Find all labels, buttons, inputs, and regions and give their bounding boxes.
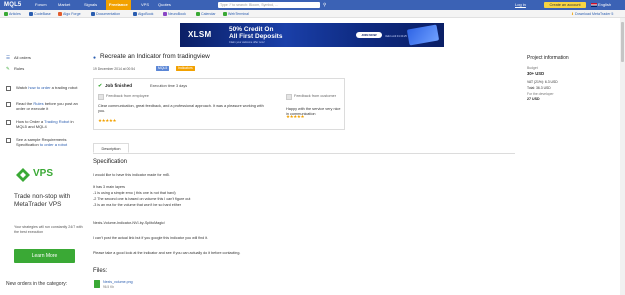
webterminal-icon (223, 11, 227, 16)
nav-market[interactable]: Market (58, 0, 70, 10)
banner-tagline: Claim your welcome offer now! (229, 41, 265, 44)
sidebar-rules[interactable]: Rules (14, 66, 24, 71)
spec-line: -2 The second one is based on volume thi… (93, 197, 191, 201)
execution-time: Execution time 3 days (150, 83, 188, 88)
order-title: Recreate an Indicator from tradingview (100, 53, 210, 60)
download-metatrader-link[interactable]: ⬇ Download MetaTrader 5 (571, 10, 613, 18)
algo-forge-icon (58, 11, 62, 16)
doc-icon (6, 138, 11, 143)
sidebar-help-rules[interactable]: Read the Rules before you post an order … (16, 101, 84, 111)
neurobook-icon (163, 11, 167, 16)
new-orders-heading: New orders in the category: (6, 281, 68, 287)
employee-rating-stars: ★★★★★ (98, 118, 117, 123)
job-status: Job finished (105, 83, 133, 88)
learn-more-button[interactable]: Learn More (14, 249, 75, 263)
subnav-documentation[interactable]: Documentation (91, 10, 120, 18)
sidebar-all-orders[interactable]: All orders (14, 55, 31, 60)
login-link[interactable]: Log in (515, 0, 526, 10)
rules-icon: ✎ (6, 66, 10, 71)
budget-value: 30+ USD (527, 71, 545, 76)
nav-vps[interactable]: VPS (141, 0, 149, 10)
subnav-algo-forge[interactable]: Algo Forge (58, 10, 81, 18)
download-icon: ⬇ (571, 12, 575, 16)
customer-avatar (286, 94, 292, 100)
vat-value: VAT (21%): 6.3 USD (527, 80, 558, 84)
scrollbar-thumb[interactable] (621, 22, 624, 62)
specification-heading: Specification (93, 159, 128, 165)
subnav-calendar[interactable]: Calendar (196, 10, 216, 18)
list-icon: ☰ (6, 55, 11, 60)
algobook-icon (133, 11, 137, 16)
spec-line: -3 is an ma for the volume that won't be… (93, 203, 182, 207)
developer-label: For the developer (527, 92, 554, 96)
customer-rating-stars: ★★★★★ (286, 114, 305, 119)
tab-divider (93, 153, 515, 154)
employee-feedback-heading: Feedback from employee (106, 94, 149, 98)
language-selector[interactable]: English (598, 0, 611, 10)
subnav-webterminal[interactable]: WebTerminal (223, 10, 249, 18)
sidebar-help-watch[interactable]: Watch how to order a trading robot (16, 85, 84, 90)
tag-indicators[interactable]: Indicators (176, 66, 195, 71)
employee-avatar (98, 94, 104, 100)
customer-feedback-heading: Feedback from customer (294, 94, 336, 98)
language-flag-icon (591, 3, 597, 7)
articles-icon (4, 11, 8, 16)
check-icon: ✔ (98, 83, 103, 89)
vps-title: Trade non-stop with MetaTrader VPS (14, 193, 71, 208)
banner-subheadline: All First Deposits (229, 33, 283, 40)
video-icon (6, 86, 11, 91)
nav-freelance[interactable]: Freelance (106, 0, 131, 10)
spec-line: I can't post the actual link but if you … (93, 236, 209, 240)
spec-line: Nexis-Volume-Indicator-NVI-by-SplitoMagi… (93, 221, 165, 225)
nav-forum[interactable]: Forum (35, 0, 47, 10)
spec-line: It has 3 main layers (93, 185, 125, 189)
subnav-algobook[interactable]: AlgoBook (133, 10, 153, 18)
tab-description[interactable]: Description (93, 143, 129, 153)
subnav-articles[interactable]: Articles (4, 10, 21, 18)
search-input[interactable]: Type ‘/’ to search: Bloom, Symbol, ... (218, 2, 320, 8)
nav-quotes[interactable]: Quotes (158, 0, 171, 10)
subnav-codebase[interactable]: CodeBase (29, 10, 51, 18)
codebase-icon (29, 11, 33, 16)
sidebar-help-howto[interactable]: How to Order a Trading Robot in MQL5 and… (16, 119, 84, 129)
project-info-heading: Project information (527, 55, 569, 61)
spec-line: I would like to have this indicator made… (93, 173, 170, 177)
sidebar-help-sample[interactable]: See a sample Requirements Specification … (16, 137, 84, 147)
nav-signals[interactable]: Signals (84, 0, 97, 10)
employee-feedback-text: Clear communication, great feedback, and… (98, 104, 264, 113)
book-icon (6, 102, 11, 107)
spec-line: Please take a good look at the indicator… (93, 251, 241, 255)
banner-date: Valid until 04.30.25 (385, 35, 407, 38)
mql5-logo[interactable]: MQL5 (4, 2, 21, 8)
freelance-icon: ● (93, 55, 97, 61)
calendar-icon (196, 11, 200, 16)
image-file-icon (94, 280, 100, 288)
create-account-button[interactable]: Create an account (544, 2, 586, 8)
order-date: 19 December 2014 at 00:54 (93, 67, 136, 71)
tag-mql5[interactable]: MQL5 (156, 66, 170, 71)
subnav-neurobook[interactable]: NeuroBook (163, 10, 186, 18)
documentation-icon (91, 11, 95, 16)
vps-description: Your strategies will run constantly 24/7… (14, 225, 83, 234)
promo-banner[interactable]: XLSM 50% Credit On All First Deposits Cl… (180, 23, 444, 47)
total-value: Total: 36.3 USD (527, 86, 551, 90)
spec-line: -1 is using a simple emo ( this one is n… (93, 191, 176, 195)
search-icon[interactable]: ⚲ (323, 2, 328, 8)
doc-icon (6, 120, 11, 125)
file-link[interactable]: Nexis_volume.png (103, 280, 133, 284)
files-heading: Files: (93, 268, 108, 274)
developer-value: 27 USD (527, 97, 540, 101)
banner-headline: 50% Credit On (229, 26, 274, 33)
banner-join-button[interactable]: JOIN NOW (356, 32, 382, 38)
banner-brand-logo: XLSM (188, 30, 212, 39)
file-size: 96.5 Kb (103, 285, 114, 289)
budget-label: Budget (527, 66, 538, 70)
vps-label: VPS (33, 168, 54, 179)
